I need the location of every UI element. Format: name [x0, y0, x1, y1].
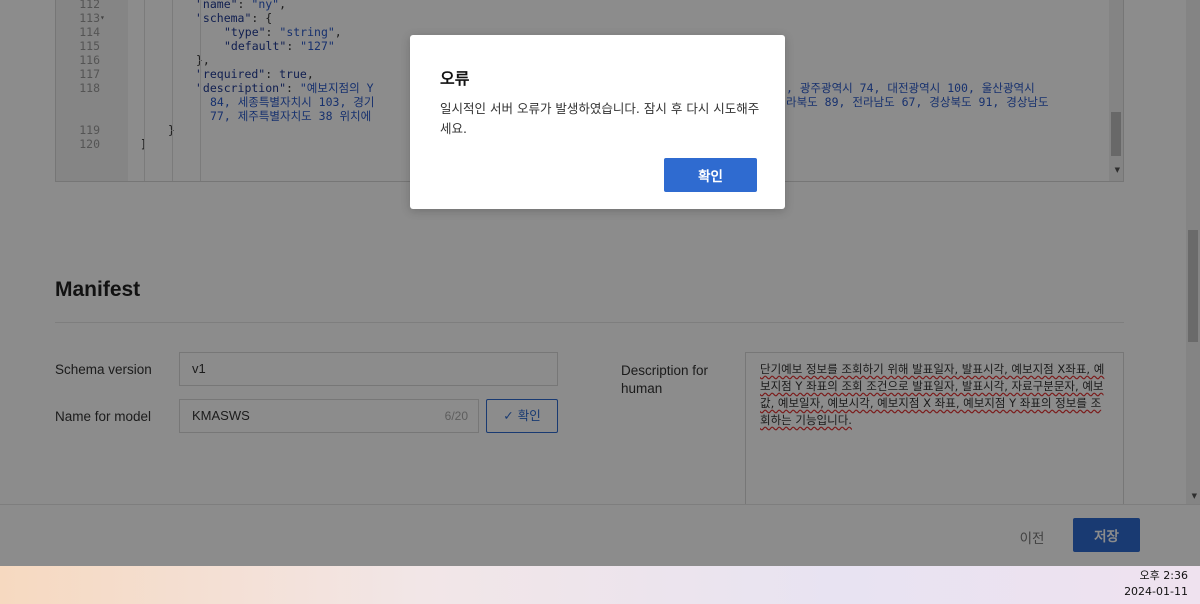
dialog-title: 오류: [440, 69, 470, 88]
clock-date: 2024-01-11: [1124, 585, 1188, 598]
system-clock[interactable]: 오후 2:36 2024-01-11: [1124, 568, 1188, 600]
error-dialog: 오류 일시적인 서버 오류가 발생하였습니다. 잠시 후 다시 시도해주세요. …: [410, 35, 785, 209]
dialog-ok-button[interactable]: 확인: [664, 158, 757, 192]
dialog-message: 일시적인 서버 오류가 발생하였습니다. 잠시 후 다시 시도해주세요.: [440, 101, 760, 136]
clock-time: 오후 2:36: [1139, 569, 1188, 582]
os-taskbar: 오후 2:36 2024-01-11: [0, 566, 1200, 604]
